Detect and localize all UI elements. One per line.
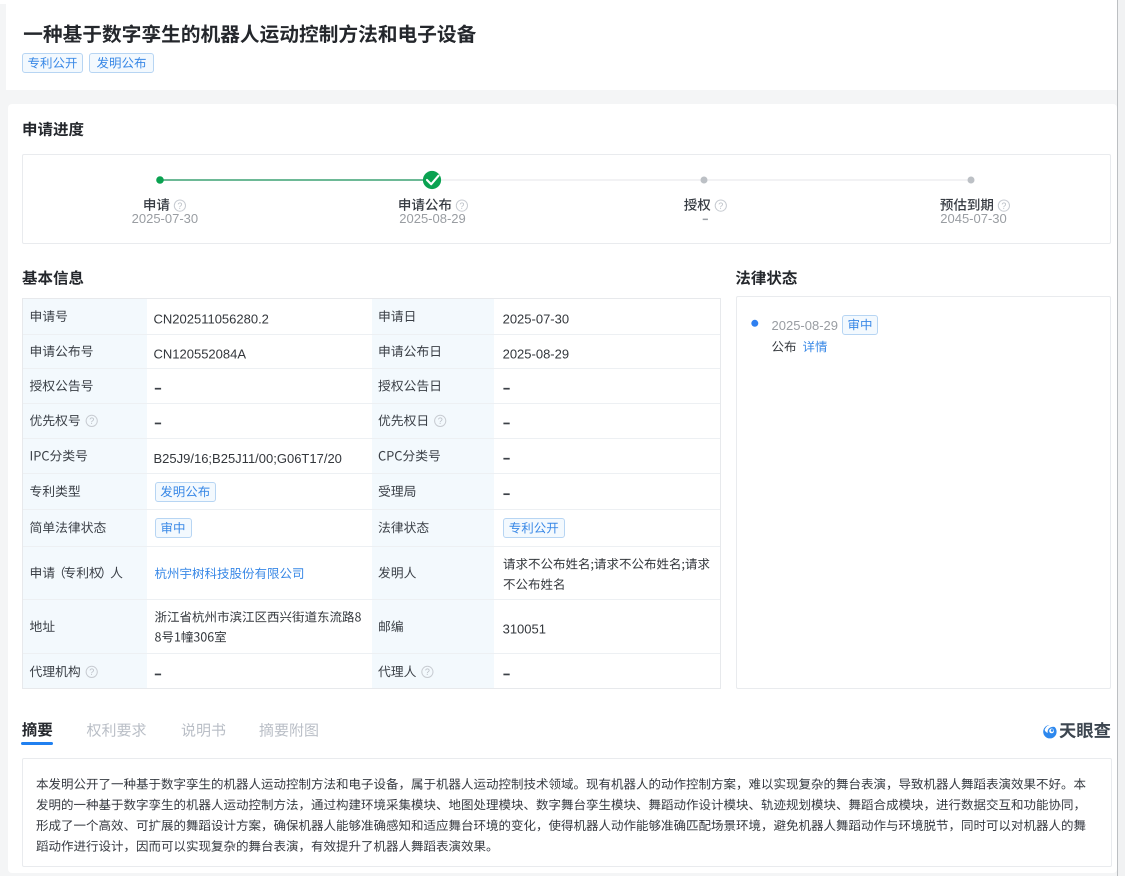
svg-text:?: ? <box>89 416 94 426</box>
svg-text:?: ? <box>177 201 182 211</box>
svg-text:CN202511056280.2: CN202511056280.2 <box>154 311 269 326</box>
svg-text:2025-08-29: 2025-08-29 <box>399 211 466 226</box>
svg-text:2025-08-29: 2025-08-29 <box>503 346 569 361</box>
svg-text:?: ? <box>459 201 464 211</box>
svg-text:CN120552084A: CN120552084A <box>154 346 247 361</box>
svg-text:?: ? <box>1001 201 1006 211</box>
svg-text:2045-07-30: 2045-07-30 <box>940 211 1007 226</box>
svg-text:?: ? <box>425 667 430 677</box>
svg-text:B25J9/16;B25J11/00;G06T17/20: B25J9/16;B25J11/00;G06T17/20 <box>154 451 342 466</box>
svg-text:2025-07-30: 2025-07-30 <box>503 311 569 326</box>
svg-text:2025-07-30: 2025-07-30 <box>132 211 199 226</box>
svg-text:?: ? <box>718 201 723 211</box>
svg-text:?: ? <box>438 416 443 426</box>
svg-text:310051: 310051 <box>503 622 546 637</box>
svg-text:2025-08-29: 2025-08-29 <box>772 318 839 333</box>
svg-text:?: ? <box>89 667 94 677</box>
